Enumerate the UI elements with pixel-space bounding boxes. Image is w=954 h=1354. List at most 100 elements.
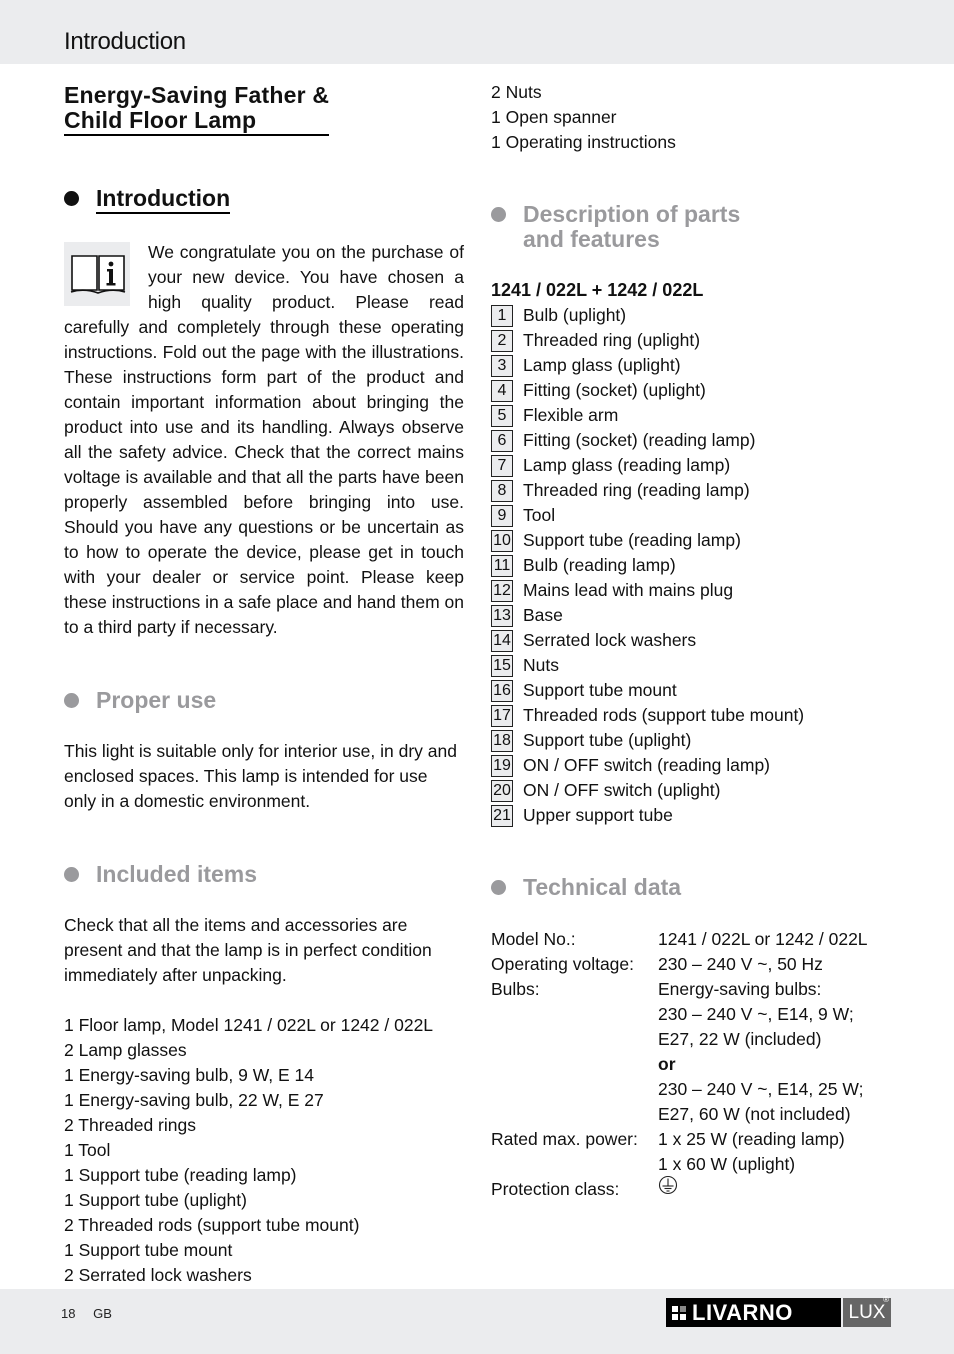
part-item: 16 Support tube mount — [491, 678, 911, 703]
part-item: 15 Nuts — [491, 653, 911, 678]
part-number-badge: 11 — [491, 554, 513, 577]
part-item: 6 Fitting (socket) (reading lamp) — [491, 428, 911, 453]
part-number-badge: 8 — [491, 479, 513, 502]
list-item: 1 Support tube (uplight) — [64, 1190, 247, 1210]
bulbs-or: or — [658, 1054, 676, 1074]
list-item: 1 Open spanner — [491, 107, 617, 127]
list-item: 2 Lamp glasses — [64, 1040, 187, 1060]
list-item: 1 Floor lamp, Model 1241 / 022L or 1242 … — [64, 1015, 434, 1035]
list-item: 2 Serrated lock washers — [64, 1265, 252, 1285]
part-item: 13 Base — [491, 603, 911, 628]
list-item: 2 Threaded rings — [64, 1115, 196, 1135]
section-heading-label: Technical data — [523, 874, 682, 900]
part-item: 12 Mains lead with mains plug — [491, 578, 911, 603]
document-title-line1: Energy-Saving Father & — [64, 82, 330, 108]
part-number-badge: 19 — [491, 754, 513, 777]
part-label: Support tube mount — [523, 680, 677, 700]
logo-brand-text: LIVARNO — [692, 1299, 793, 1325]
part-label: Threaded ring (reading lamp) — [523, 480, 750, 500]
part-number-badge: 15 — [491, 654, 513, 677]
section-heading-parts: Description of parts and features — [491, 202, 911, 252]
heading-line2: and features — [523, 226, 660, 252]
bulbs-value: Energy-saving bulbs: 230 – 240 V ~, E14,… — [658, 977, 868, 1127]
info-book-icon — [64, 242, 130, 306]
part-number-badge: 4 — [491, 379, 513, 402]
voltage-label: Operating voltage: — [491, 954, 635, 974]
part-item: 19 ON / OFF switch (reading lamp) — [491, 753, 911, 778]
heading-line1: Description of parts — [523, 201, 741, 227]
bulbs-label: Bulbs: — [491, 979, 540, 999]
part-item: 1 Bulb (uplight) — [491, 303, 911, 328]
part-number-badge: 10 — [491, 529, 513, 552]
part-number-badge: 6 — [491, 429, 513, 452]
power-label: Rated max. power: — [491, 1129, 638, 1149]
part-number-badge: 18 — [491, 729, 513, 752]
bullet-icon — [64, 693, 79, 708]
section-heading-included-items: Included items — [64, 862, 464, 887]
table-row: Bulbs: Energy-saving bulbs: 230 – 240 V … — [491, 977, 868, 1127]
logo-squares-icon — [672, 1305, 686, 1320]
right-column: 2 Nuts 1 Open spanner 1 Operating instru… — [491, 80, 911, 1202]
part-label: Bulb (reading lamp) — [523, 555, 676, 575]
proper-use-paragraph: This light is suitable only for interior… — [64, 741, 457, 811]
section-heading-label: Description of parts and features — [523, 202, 740, 252]
section-heading-technical-data: Technical data — [491, 875, 911, 900]
part-number-badge: 7 — [491, 454, 513, 477]
bullet-icon — [491, 880, 506, 895]
language-code: GB — [93, 1306, 112, 1321]
list-item: 2 Threaded rods (support tube mount) — [64, 1215, 360, 1235]
list-item: 1 Energy-saving bulb, 22 W, E 27 — [64, 1090, 324, 1110]
section-heading-label: Proper use — [96, 687, 217, 713]
part-label: Threaded rods (support tube mount) — [523, 705, 805, 725]
part-number-badge: 16 — [491, 679, 513, 702]
model-label: Model No.: — [491, 929, 576, 949]
power-value: 1 x 25 W (reading lamp) 1 x 60 W (upligh… — [658, 1127, 868, 1177]
part-number-badge: 3 — [491, 354, 513, 377]
section-heading-label: Introduction — [96, 186, 231, 214]
part-label: Base — [523, 605, 563, 625]
section-heading-label: Included items — [96, 861, 258, 887]
list-item: 2 Nuts — [491, 82, 542, 102]
list-item: 1 Support tube (reading lamp) — [64, 1165, 297, 1185]
part-item: 17 Threaded rods (support tube mount) — [491, 703, 911, 728]
power-line: 1 x 25 W (reading lamp) — [658, 1129, 845, 1149]
list-item: 1 Energy-saving bulb, 9 W, E 14 — [64, 1065, 314, 1085]
logo-lux: LUX ® — [843, 1295, 891, 1327]
part-label: ON / OFF switch (uplight) — [523, 780, 721, 800]
registered-mark: ® — [883, 1295, 889, 1304]
protection-label: Protection class: — [491, 1179, 620, 1199]
part-label: Flexible arm — [523, 405, 619, 425]
logo-main: LIVARNO — [666, 1298, 841, 1327]
logo-lux-text: LUX — [848, 1301, 886, 1323]
part-item: 8 Threaded ring (reading lamp) — [491, 478, 911, 503]
table-row: Model No.: 1241 / 022L or 1242 / 022L — [491, 927, 868, 952]
part-label: Tool — [523, 505, 556, 525]
list-item: 1 Support tube mount — [64, 1240, 233, 1260]
part-label: Support tube (uplight) — [523, 730, 692, 750]
bulbs-line: Energy-saving bulbs: — [658, 979, 822, 999]
bulbs-line: E27, 60 W (not included) — [658, 1104, 851, 1124]
part-item: 4 Fitting (socket) (uplight) — [491, 378, 911, 403]
section-heading-introduction: Introduction — [64, 186, 464, 214]
voltage-value: 230 – 240 V ~, 50 Hz — [658, 954, 823, 974]
part-label: ON / OFF switch (reading lamp) — [523, 755, 770, 775]
bulbs-line: 230 – 240 V ~, E14, 9 W; — [658, 1004, 854, 1024]
document-title-line2: Child Floor Lamp — [64, 107, 257, 133]
part-number-badge: 17 — [491, 704, 513, 727]
part-item: 20 ON / OFF switch (uplight) — [491, 778, 911, 803]
bulbs-line: E27, 22 W (included) — [658, 1029, 822, 1049]
part-number-badge: 20 — [491, 779, 513, 802]
part-item: 3 Lamp glass (uplight) — [491, 353, 911, 378]
part-number-badge: 14 — [491, 629, 513, 652]
part-label: Lamp glass (uplight) — [523, 355, 681, 375]
included-items-list-continued: 2 Nuts 1 Open spanner 1 Operating instru… — [491, 80, 911, 155]
table-row: Rated max. power: 1 x 25 W (reading lamp… — [491, 1127, 868, 1177]
protection-value — [658, 1175, 868, 1202]
model-value: 1241 / 022L or 1242 / 022L — [658, 929, 868, 949]
power-line: 1 x 60 W (uplight) — [658, 1154, 796, 1174]
part-label: Threaded ring (uplight) — [523, 330, 701, 350]
included-items-list: 1 Floor lamp, Model 1241 / 022L or 1242 … — [64, 1013, 464, 1288]
part-item: 7 Lamp glass (reading lamp) — [491, 453, 911, 478]
protective-earth-icon — [658, 1175, 678, 1202]
list-item: 1 Operating instructions — [491, 132, 676, 152]
